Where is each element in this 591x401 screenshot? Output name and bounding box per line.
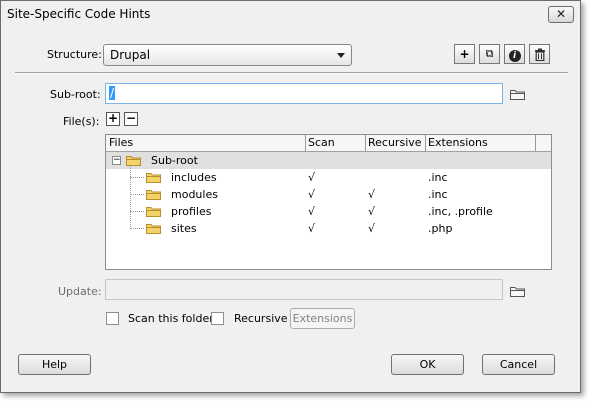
column-scan[interactable]: Scan	[308, 136, 335, 149]
subroot-label: Sub-root:	[50, 88, 101, 101]
row-name: Sub-root	[151, 154, 198, 167]
row-name: profiles	[171, 205, 212, 218]
folder-icon	[146, 173, 161, 183]
extensions-button[interactable]: Extensions	[290, 308, 355, 329]
cancel-button[interactable]: Cancel	[482, 354, 555, 375]
table-row[interactable]: includes √ .inc	[106, 169, 551, 186]
folder-icon	[146, 190, 161, 200]
help-button[interactable]: Help	[18, 354, 91, 375]
plus-icon: +	[459, 47, 470, 61]
row-extensions: .inc	[428, 188, 448, 201]
files-label: File(s):	[63, 115, 100, 128]
row-extensions: .inc	[428, 171, 448, 184]
recursive-label: Recursive	[234, 312, 288, 325]
minus-icon: −	[125, 111, 137, 125]
chevron-down-icon	[337, 53, 345, 58]
scan-this-folder-checkbox[interactable]	[106, 312, 119, 325]
row-extensions: .inc, .profile	[428, 205, 493, 218]
add-file-entry-button[interactable]: +	[106, 112, 120, 126]
row-recursive: √	[368, 188, 376, 201]
table-row[interactable]: sites √ √ .php	[106, 220, 551, 237]
trash-icon	[534, 48, 545, 62]
update-label: Update:	[58, 285, 102, 298]
delete-button[interactable]	[529, 44, 550, 64]
info-icon: i	[508, 50, 521, 62]
dialog-window: Site-Specific Code Hints ✕ Structure: Dr…	[0, 0, 581, 393]
dialog-title: Site-Specific Code Hints	[7, 7, 151, 21]
plus-icon: +	[107, 111, 119, 125]
add-file-icon: ⧉	[485, 47, 494, 60]
row-name: includes	[171, 171, 217, 184]
row-scan: √	[308, 188, 316, 201]
add-file-button[interactable]: ⧉	[479, 44, 500, 64]
ok-button[interactable]: OK	[391, 354, 464, 375]
info-button[interactable]: i	[504, 44, 525, 64]
table-row[interactable]: modules √ √ .inc	[106, 186, 551, 203]
files-table: Files Scan Recursive Extensions − Sub-ro…	[105, 134, 552, 270]
column-extensions[interactable]: Extensions	[428, 136, 488, 149]
title-bar: Site-Specific Code Hints ✕	[1, 1, 580, 29]
row-recursive: √	[368, 205, 376, 218]
browse-subroot-folder-icon[interactable]	[510, 89, 525, 100]
folder-icon	[126, 156, 141, 166]
column-files[interactable]: Files	[109, 136, 133, 149]
remove-file-entry-button[interactable]: −	[124, 112, 138, 126]
structure-select[interactable]: Drupal	[103, 44, 352, 66]
structure-selected-value: Drupal	[110, 48, 151, 62]
table-row-root[interactable]: − Sub-root	[106, 152, 551, 169]
recursive-checkbox[interactable]	[211, 312, 224, 325]
row-extensions: .php	[428, 222, 453, 235]
subroot-value: /	[109, 86, 116, 100]
table-header: Files Scan Recursive Extensions	[106, 135, 551, 152]
row-scan: √	[308, 205, 316, 218]
close-icon: ✕	[555, 7, 567, 21]
row-scan: √	[308, 171, 316, 184]
separator	[15, 72, 568, 74]
folder-icon	[146, 207, 161, 217]
add-structure-button[interactable]: +	[454, 44, 475, 64]
subroot-input[interactable]: /	[105, 83, 503, 104]
table-row[interactable]: profiles √ √ .inc, .profile	[106, 203, 551, 220]
column-recursive[interactable]: Recursive	[368, 136, 422, 149]
folder-icon	[146, 224, 161, 234]
close-button[interactable]: ✕	[548, 6, 574, 23]
collapse-icon[interactable]: −	[112, 156, 121, 165]
row-name: sites	[171, 222, 197, 235]
row-recursive: √	[368, 222, 376, 235]
row-scan: √	[308, 222, 316, 235]
row-name: modules	[171, 188, 218, 201]
scan-this-folder-label: Scan this folder	[128, 312, 214, 325]
browse-update-folder-icon[interactable]	[510, 286, 525, 297]
structure-label: Structure:	[47, 48, 102, 61]
update-input[interactable]	[105, 279, 503, 300]
